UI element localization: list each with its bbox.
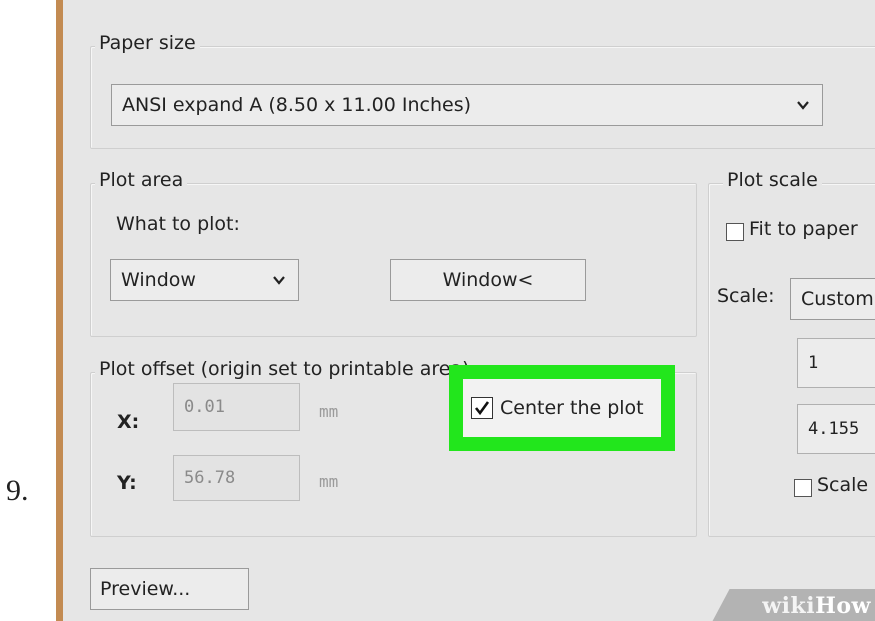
scale-value-1-input[interactable]: 1 xyxy=(797,338,875,388)
scale-value-2-input[interactable]: 4.155 xyxy=(797,404,875,454)
x-offset-input[interactable]: 0.01 xyxy=(173,383,300,431)
y-offset-unit: mm xyxy=(319,472,339,491)
plot-area-legend: Plot area xyxy=(95,169,188,191)
preview-button[interactable]: Preview... xyxy=(90,568,249,610)
fit-to-paper-label: Fit to paper xyxy=(749,218,858,240)
scale-lineweights-checkbox[interactable] xyxy=(794,479,812,497)
x-offset-unit: mm xyxy=(319,402,339,421)
wikihow-logo: wikiHow xyxy=(762,593,871,619)
window-pick-button[interactable]: Window< xyxy=(390,259,586,301)
center-plot-highlight: Center the plot xyxy=(449,365,675,451)
x-offset-label: X: xyxy=(117,411,140,433)
checkmark-icon xyxy=(474,401,490,416)
left-accent-bar xyxy=(56,0,63,621)
paper-size-dropdown[interactable]: ANSI expand A (8.50 x 11.00 Inches) xyxy=(111,84,823,126)
wikihow-suffix: How xyxy=(815,593,871,619)
center-plot-control[interactable]: Center the plot xyxy=(463,379,661,437)
paper-size-value: ANSI expand A (8.50 x 11.00 Inches) xyxy=(122,94,472,116)
y-offset-label: Y: xyxy=(117,472,137,494)
plot-dialog-panel: Paper size ANSI expand A (8.50 x 11.00 I… xyxy=(63,0,875,621)
scale-value: Custom xyxy=(801,288,874,310)
scale-lineweights-label: Scale xyxy=(817,474,869,496)
plot-offset-legend: Plot offset (origin set to printable are… xyxy=(95,358,474,380)
plot-scale-legend: Plot scale xyxy=(723,169,822,191)
scale-dropdown[interactable]: Custom xyxy=(790,278,875,320)
scale-label: Scale: xyxy=(717,285,775,307)
paper-size-legend: Paper size xyxy=(95,32,200,54)
what-to-plot-dropdown[interactable]: Window xyxy=(110,259,299,301)
what-to-plot-label: What to plot: xyxy=(116,213,240,235)
chevron-down-icon xyxy=(273,276,285,285)
center-plot-checkbox[interactable] xyxy=(471,397,493,419)
center-plot-label: Center the plot xyxy=(500,397,644,419)
y-offset-input[interactable]: 56.78 xyxy=(173,455,300,501)
wikihow-prefix: wiki xyxy=(762,593,816,619)
what-to-plot-value: Window xyxy=(121,269,196,291)
step-number: 9. xyxy=(6,474,29,507)
chevron-down-icon xyxy=(797,101,809,110)
fit-to-paper-checkbox[interactable] xyxy=(726,223,744,241)
